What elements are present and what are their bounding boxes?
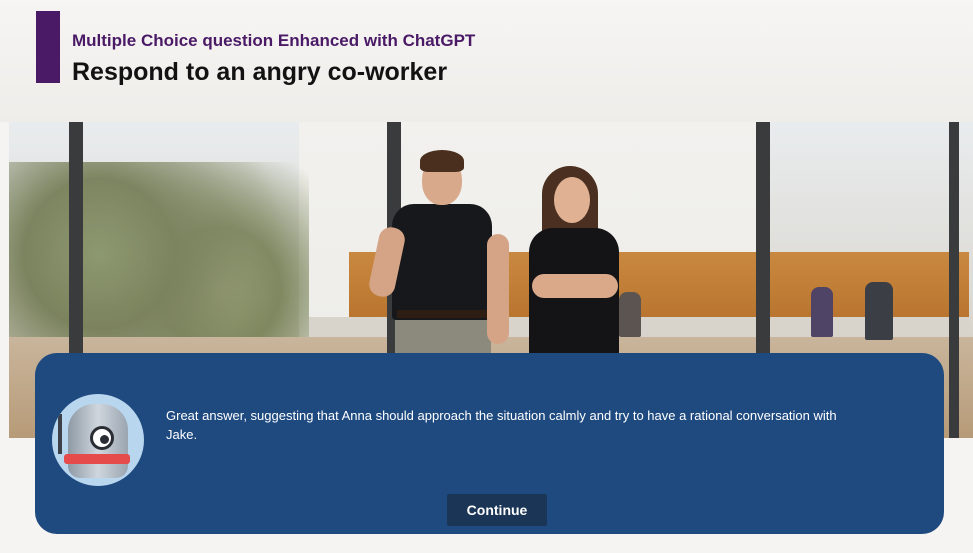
man-belt xyxy=(397,310,489,318)
man-figure xyxy=(392,204,492,320)
background-person xyxy=(619,292,641,337)
feedback-message: Great answer, suggesting that Anna shoul… xyxy=(166,408,837,442)
robot-pupil xyxy=(100,435,109,444)
accent-bar xyxy=(36,11,60,83)
window-frame xyxy=(949,122,959,438)
robot-antenna xyxy=(58,414,62,454)
woman-arms xyxy=(532,274,618,298)
continue-button[interactable]: Continue xyxy=(447,494,547,526)
man-hair xyxy=(420,150,464,172)
robot-body xyxy=(68,404,128,478)
man-arm xyxy=(487,234,509,344)
woman-head xyxy=(554,177,590,223)
robot-band xyxy=(64,454,130,464)
robot-eye xyxy=(90,426,114,450)
robot-icon xyxy=(52,394,144,486)
background-person xyxy=(865,282,893,340)
background-person xyxy=(811,287,833,337)
question-type-label: Multiple Choice question Enhanced with C… xyxy=(72,31,476,50)
header: Multiple Choice question Enhanced with C… xyxy=(0,0,973,122)
page-title: Respond to an angry co-worker xyxy=(72,58,448,86)
